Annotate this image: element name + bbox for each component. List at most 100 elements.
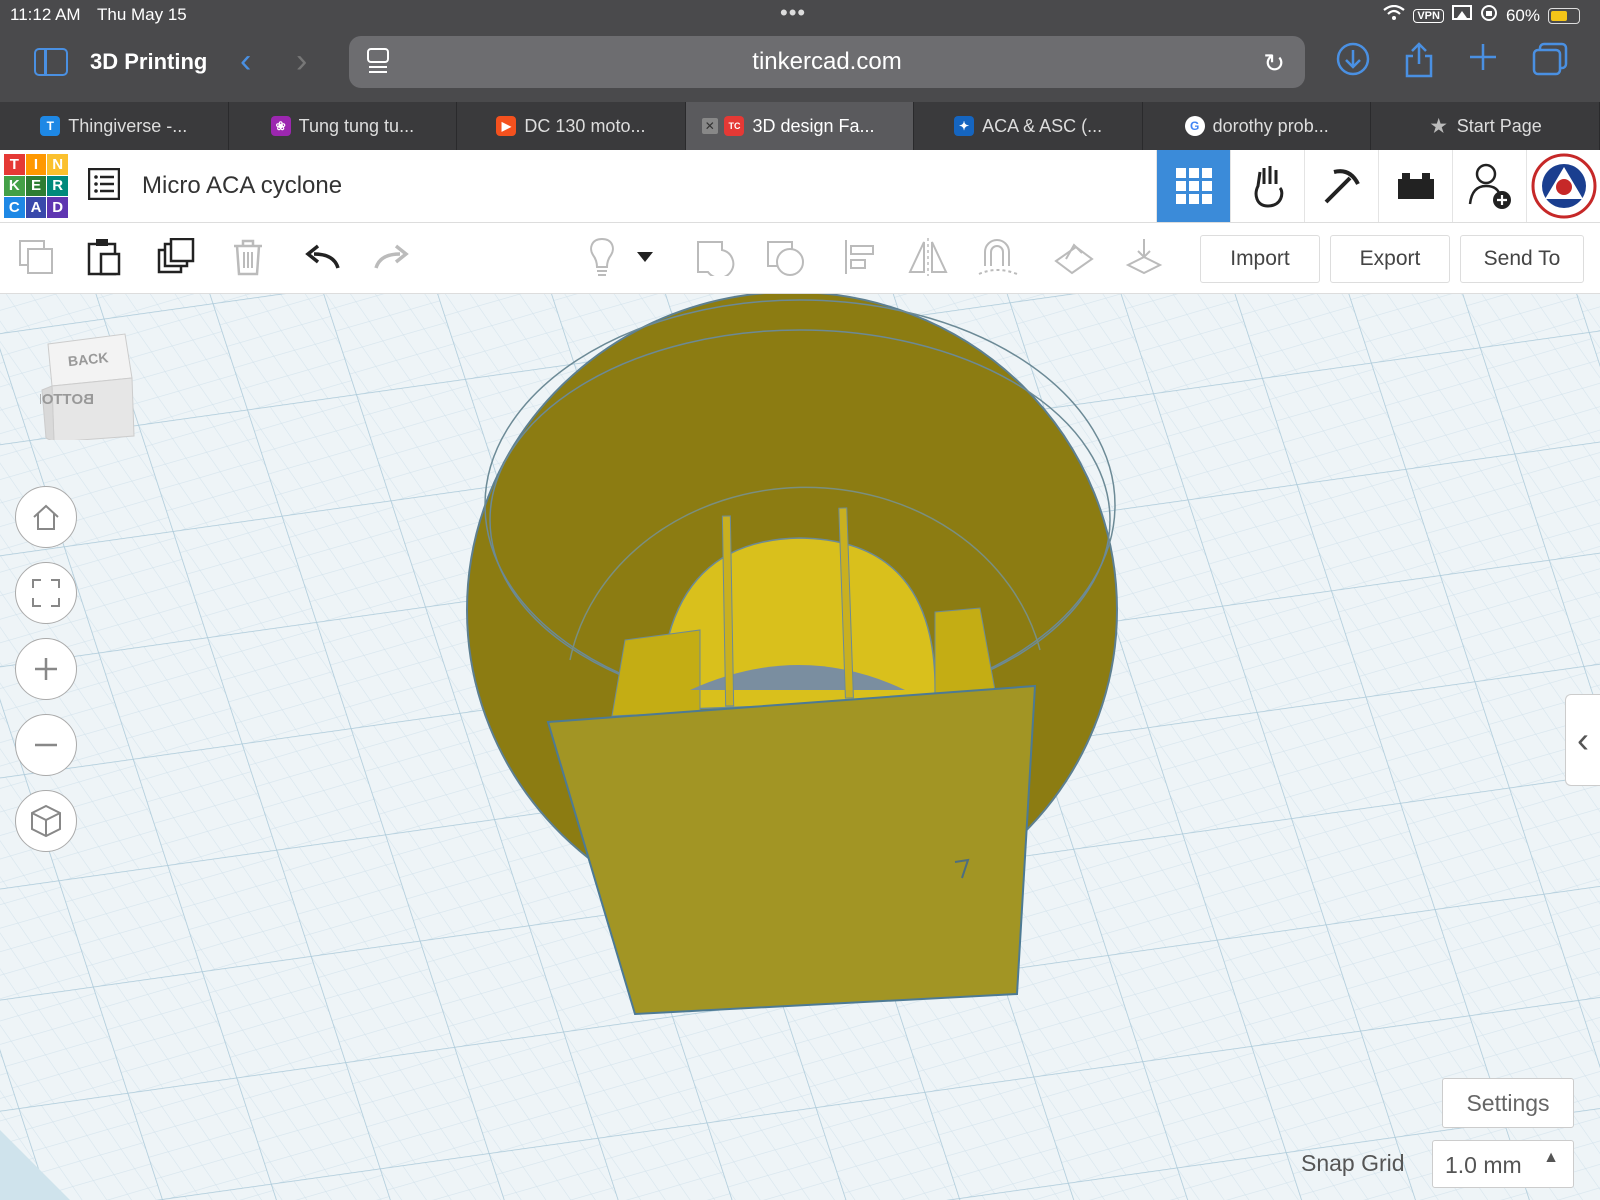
undo-icon bbox=[305, 244, 340, 269]
logo-letter: N bbox=[47, 154, 68, 175]
align-button[interactable] bbox=[838, 235, 882, 279]
ungroup-icon bbox=[767, 241, 804, 276]
send-to-button[interactable]: Send To bbox=[1460, 235, 1584, 283]
tab-thingiverse[interactable]: T Thingiverse -... bbox=[0, 102, 229, 150]
cube-icon bbox=[31, 804, 61, 838]
undo-button[interactable] bbox=[300, 235, 344, 279]
tab-favicon-icon: ▶ bbox=[496, 116, 517, 136]
logo-letter: K bbox=[4, 175, 25, 197]
tab-label: Start Page bbox=[1456, 115, 1542, 136]
tab-3d-design[interactable]: ✕ TC 3D design Fa... bbox=[685, 102, 915, 150]
tab-start-page[interactable]: ★ Start Page bbox=[1371, 102, 1600, 150]
cruise-button[interactable] bbox=[976, 235, 1020, 279]
status-indicators: VPN 60% bbox=[1383, 4, 1580, 27]
ruler-drop-button[interactable] bbox=[1122, 235, 1166, 279]
dropbox-favicon-icon: ✦ bbox=[954, 116, 975, 136]
back-arrow-icon[interactable]: ‹ bbox=[240, 42, 251, 81]
browser-chrome: 11:12 AM Thu May 15 ••• VPN 60% 3D Print… bbox=[0, 0, 1600, 150]
design-list-icon[interactable] bbox=[88, 168, 120, 200]
group-button[interactable] bbox=[694, 235, 738, 279]
export-button[interactable]: Export bbox=[1330, 235, 1450, 283]
paste-button[interactable] bbox=[82, 235, 126, 279]
mirror-icon bbox=[908, 238, 948, 276]
tab-favicon-icon: ❀ bbox=[270, 116, 291, 136]
mirror-button[interactable] bbox=[906, 235, 950, 279]
close-tab-icon[interactable]: ✕ bbox=[701, 118, 718, 134]
url-text: tinkercad.com bbox=[752, 48, 902, 75]
tab-dorothy[interactable]: G dorothy prob... bbox=[1143, 102, 1372, 150]
drop-icon bbox=[1125, 239, 1163, 275]
view-cube[interactable]: BACK BOTTOM bbox=[40, 330, 140, 440]
home-icon bbox=[33, 504, 59, 530]
tab-group-title[interactable]: 3D Printing bbox=[90, 49, 207, 75]
shapes-panel-toggle[interactable]: ‹ bbox=[1565, 694, 1600, 786]
tab-aca-asc[interactable]: ✦ ACA & ASC (... bbox=[914, 102, 1143, 150]
workplane-icon bbox=[1054, 243, 1094, 275]
sim-lab-icon bbox=[1254, 166, 1283, 208]
notes-button[interactable] bbox=[580, 235, 624, 279]
tinkercad-favicon-icon: TC bbox=[724, 116, 745, 136]
notes-dropdown[interactable] bbox=[630, 235, 660, 279]
tab-tung-tung[interactable]: ❀ Tung tung tu... bbox=[229, 102, 458, 150]
grid-icon bbox=[1175, 168, 1212, 204]
ungroup-button[interactable] bbox=[764, 235, 808, 279]
address-bar[interactable]: tinkercad.com ↻ bbox=[349, 36, 1305, 88]
workplane-scene bbox=[0, 294, 1600, 1200]
multitasking-dots-icon[interactable]: ••• bbox=[780, 0, 806, 26]
tab-dc-motor[interactable]: ▶ DC 130 moto... bbox=[457, 102, 686, 150]
duplicate-icon bbox=[157, 238, 195, 274]
import-button[interactable]: Import bbox=[1200, 235, 1320, 283]
user-avatar[interactable] bbox=[1526, 150, 1600, 222]
trash-icon bbox=[234, 239, 262, 276]
battery-percent: 60% bbox=[1505, 5, 1540, 25]
tab-overview-icon[interactable] bbox=[1532, 42, 1568, 84]
brick-icon bbox=[1397, 173, 1434, 199]
workplane-canvas[interactable]: BACK BOTTOM ‹ Settings Snap Grid 1.0 mm … bbox=[0, 294, 1600, 1200]
zoom-in-button[interactable] bbox=[15, 638, 77, 700]
snap-grid-select[interactable]: 1.0 mm ▲ bbox=[1432, 1140, 1574, 1188]
redo-button[interactable] bbox=[370, 235, 414, 279]
settings-button[interactable]: Settings bbox=[1442, 1078, 1574, 1128]
header-mode-buttons bbox=[1156, 150, 1600, 222]
tab-strip: T Thingiverse -... ❀ Tung tung tu... ▶ D… bbox=[0, 102, 1600, 150]
home-view-button[interactable] bbox=[15, 486, 77, 548]
logo-letter: T bbox=[4, 154, 25, 175]
sim-lab-button[interactable] bbox=[1230, 150, 1304, 222]
perspective-button[interactable] bbox=[15, 790, 77, 852]
view-cube-bottom-label: BOTTOM bbox=[40, 391, 94, 408]
reload-icon[interactable]: ↻ bbox=[1263, 48, 1285, 79]
delete-button[interactable] bbox=[226, 235, 270, 279]
workplane-button[interactable] bbox=[1052, 235, 1096, 279]
google-favicon-icon: G bbox=[1184, 116, 1205, 136]
zoom-out-button[interactable] bbox=[15, 714, 77, 776]
caret-down-icon bbox=[637, 252, 653, 262]
share-icon[interactable] bbox=[1404, 42, 1434, 86]
logo-letter: D bbox=[47, 197, 68, 218]
redo-icon bbox=[374, 244, 409, 269]
invite-user-button[interactable] bbox=[1452, 150, 1526, 222]
tinkercad-logo[interactable]: T I N K E R C A D bbox=[4, 154, 68, 218]
design-title[interactable]: Micro ACA cyclone bbox=[142, 172, 342, 200]
safari-toolbar: 3D Printing ‹ › tinkercad.com ↻ bbox=[0, 30, 1600, 102]
fit-view-button[interactable] bbox=[15, 562, 77, 624]
tab-label: 3D design Fa... bbox=[752, 115, 875, 136]
logo-letter: R bbox=[47, 175, 68, 197]
downloads-icon[interactable] bbox=[1336, 42, 1370, 84]
plus-icon bbox=[35, 658, 57, 680]
add-user-icon bbox=[1468, 163, 1511, 209]
logo-letter: I bbox=[25, 154, 47, 175]
editor-toolbar: Import Export Send To bbox=[0, 223, 1600, 294]
tab-label: DC 130 moto... bbox=[524, 115, 646, 136]
sidebar-toggle-icon[interactable] bbox=[34, 48, 68, 76]
thingiverse-favicon-icon: T bbox=[40, 116, 61, 136]
bricks-button[interactable] bbox=[1378, 150, 1452, 222]
paste-icon bbox=[87, 239, 121, 276]
minus-icon bbox=[35, 743, 57, 747]
snap-grid-value: 1.0 mm bbox=[1445, 1152, 1522, 1178]
copy-button[interactable] bbox=[14, 235, 58, 279]
minecraft-button[interactable] bbox=[1304, 150, 1378, 222]
new-tab-icon[interactable] bbox=[1468, 42, 1498, 80]
forward-arrow-icon[interactable]: › bbox=[296, 42, 307, 81]
duplicate-button[interactable] bbox=[154, 235, 198, 279]
3d-view-button[interactable] bbox=[1156, 150, 1230, 222]
